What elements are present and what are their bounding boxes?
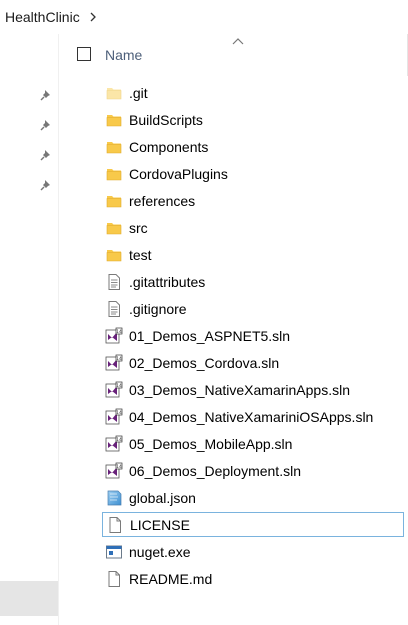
- file-name: 04_Demos_NativeXamariniOSApps.sln: [129, 408, 374, 425]
- file-name: references: [129, 192, 196, 209]
- visual-studio-solution-icon: 14: [105, 435, 123, 453]
- file-name: Components: [129, 138, 209, 155]
- file-row[interactable]: 14 04_Demos_NativeXamariniOSApps.sln: [102, 404, 402, 429]
- file-name: 05_Demos_MobileApp.sln: [129, 435, 293, 452]
- pin-icon[interactable]: [39, 88, 53, 102]
- executable-icon: [105, 543, 123, 561]
- svg-text:14: 14: [116, 356, 122, 362]
- visual-studio-solution-icon: 14: [105, 327, 123, 345]
- chevron-right-icon[interactable]: [88, 12, 98, 22]
- file-row[interactable]: BuildScripts: [102, 107, 402, 132]
- file-name: LICENSE: [130, 516, 190, 533]
- file-name: src: [129, 219, 148, 236]
- file-row[interactable]: 14 02_Demos_Cordova.sln: [102, 350, 402, 375]
- file-row[interactable]: test: [102, 242, 402, 267]
- file-name: .gitattributes: [129, 273, 206, 290]
- svg-text:14: 14: [116, 383, 122, 389]
- json-file-icon: [105, 489, 123, 507]
- visual-studio-solution-icon: 14: [105, 462, 123, 480]
- folder-icon: [105, 219, 123, 237]
- file-row[interactable]: .gitignore: [102, 296, 402, 321]
- file-row[interactable]: CordovaPlugins: [102, 161, 402, 186]
- breadcrumb-folder[interactable]: HealthClinic: [5, 9, 80, 25]
- folder-icon: [105, 246, 123, 264]
- file-row[interactable]: 14 01_Demos_ASPNET5.sln: [102, 323, 402, 348]
- file-row[interactable]: .git: [102, 80, 402, 105]
- file-name: test: [129, 246, 152, 263]
- file-row[interactable]: nuget.exe: [102, 539, 402, 564]
- file-name: 06_Demos_Deployment.sln: [129, 462, 301, 479]
- file-row[interactable]: .gitattributes: [102, 269, 402, 294]
- svg-text:14: 14: [116, 410, 122, 416]
- svg-text:14: 14: [116, 464, 122, 470]
- breadcrumb: HealthClinic: [0, 0, 408, 34]
- file-row[interactable]: src: [102, 215, 402, 240]
- folder-icon: [105, 138, 123, 156]
- folder-icon: [105, 111, 123, 129]
- file-name: README.md: [129, 570, 213, 587]
- visual-studio-solution-icon: 14: [105, 381, 123, 399]
- svg-text:14: 14: [116, 437, 122, 443]
- folder-icon: [105, 192, 123, 210]
- pane-divider[interactable]: [58, 34, 59, 625]
- blank-file-icon: [105, 570, 123, 588]
- blank-file-icon: [106, 516, 124, 534]
- pin-icon[interactable]: [39, 178, 53, 192]
- svg-text:14: 14: [116, 329, 122, 335]
- name-column-header[interactable]: Name: [105, 47, 142, 63]
- file-row[interactable]: 14 05_Demos_MobileApp.sln: [102, 431, 402, 456]
- file-name: 01_Demos_ASPNET5.sln: [129, 327, 291, 344]
- pin-icon[interactable]: [39, 148, 53, 162]
- file-name: BuildScripts: [129, 111, 203, 128]
- folder-icon: [105, 84, 123, 102]
- visual-studio-solution-icon: 14: [105, 354, 123, 372]
- text-file-icon: [105, 273, 123, 291]
- visual-studio-solution-icon: 14: [105, 408, 123, 426]
- file-row[interactable]: references: [102, 188, 402, 213]
- file-row[interactable]: Components: [102, 134, 402, 159]
- file-name: .git: [129, 84, 148, 101]
- nav-selected-item[interactable]: [0, 581, 58, 616]
- file-row[interactable]: global.json: [102, 485, 402, 510]
- select-all-checkbox[interactable]: [77, 47, 91, 61]
- column-header: Name: [59, 34, 408, 76]
- file-row[interactable]: README.md: [102, 566, 402, 591]
- sort-ascending-icon: [232, 38, 244, 45]
- text-file-icon: [105, 300, 123, 318]
- file-name: 02_Demos_Cordova.sln: [129, 354, 280, 371]
- file-name: CordovaPlugins: [129, 165, 228, 182]
- file-name: .gitignore: [129, 300, 187, 317]
- file-row[interactable]: 14 03_Demos_NativeXamarinApps.sln: [102, 377, 402, 402]
- file-row[interactable]: LICENSE: [102, 512, 404, 537]
- file-row[interactable]: 14 06_Demos_Deployment.sln: [102, 458, 402, 483]
- file-name: global.json: [129, 489, 196, 506]
- file-name: nuget.exe: [129, 543, 191, 560]
- pin-icon[interactable]: [39, 118, 53, 132]
- folder-icon: [105, 165, 123, 183]
- file-name: 03_Demos_NativeXamarinApps.sln: [129, 381, 350, 398]
